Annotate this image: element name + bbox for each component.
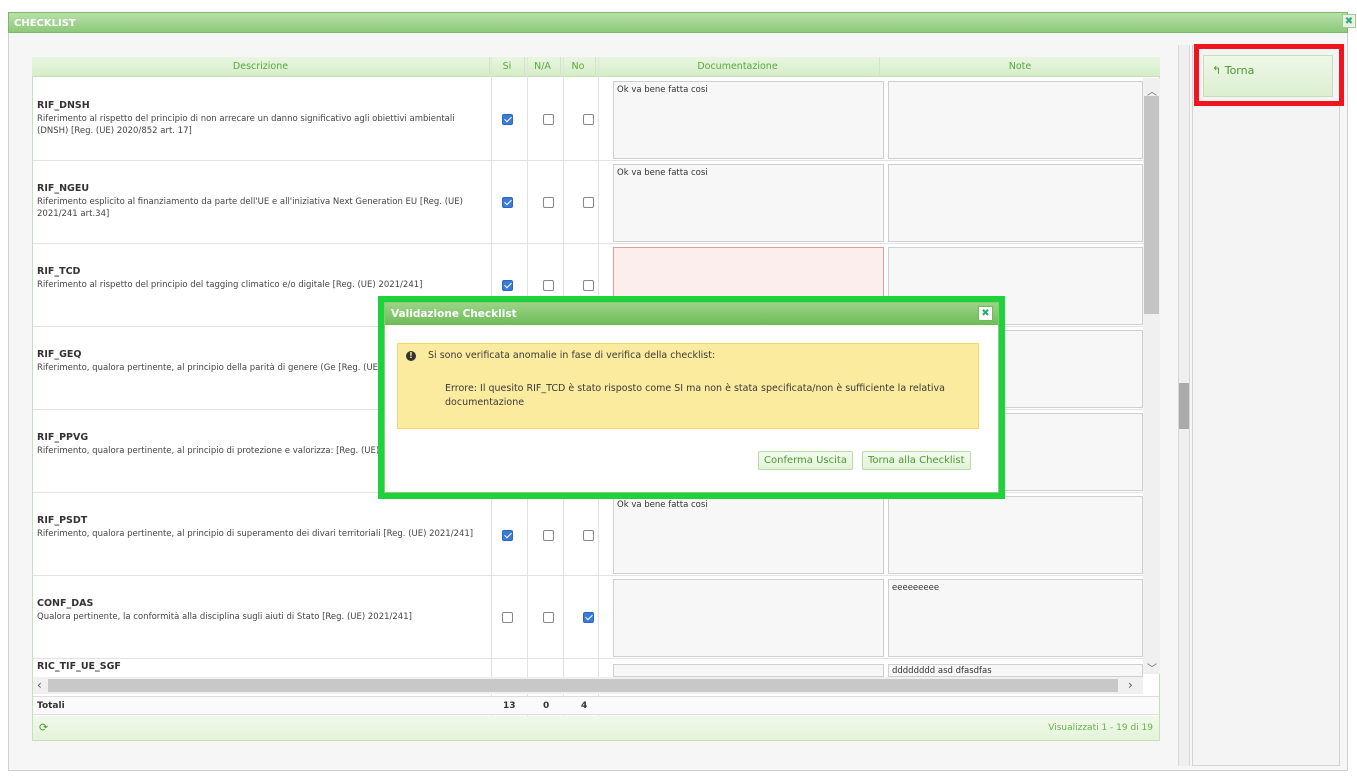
row-description: Riferimento al rispetto del principio de…: [37, 280, 423, 290]
scroll-up-icon[interactable]: ︿: [1147, 83, 1157, 98]
checkbox-na[interactable]: [543, 530, 554, 541]
refresh-icon[interactable]: ⟳: [39, 716, 48, 740]
row-code: RIF_NGEU: [37, 183, 90, 194]
highlight-back-button: [1194, 44, 1344, 106]
warning-box: ! Si sono verificata anomalie in fase di…: [397, 343, 979, 429]
total-si: 13: [503, 701, 516, 711]
scroll-left-icon[interactable]: ‹: [37, 678, 42, 692]
row-code: RIF_TCD: [37, 266, 81, 277]
checkbox-na[interactable]: [543, 197, 554, 208]
scroll-right-icon[interactable]: ›: [1128, 678, 1133, 692]
documentazione-field[interactable]: Ok va bene fatta cosi: [613, 164, 884, 242]
row-description: Riferimento, qualora pertinente, al prin…: [37, 529, 474, 539]
note-field[interactable]: [888, 164, 1143, 242]
checkbox-no[interactable]: [583, 612, 594, 623]
documentazione-field[interactable]: [613, 579, 884, 657]
checkbox-no[interactable]: [583, 114, 594, 125]
note-field[interactable]: dddddddd asd dfasdfas: [888, 664, 1143, 677]
row-code: RIC_TIF_UE_SGF: [37, 661, 121, 672]
checkbox-si[interactable]: [502, 612, 513, 623]
row-code: RIF_PSDT: [37, 515, 88, 526]
side-panel: [1192, 45, 1340, 766]
checkbox-si[interactable]: [502, 197, 513, 208]
row-description: Riferimento al rispetto del principio di…: [37, 114, 455, 136]
column-header-si[interactable]: Si: [490, 57, 525, 77]
column-header-descrizione[interactable]: Descrizione: [32, 57, 490, 77]
checkbox-no[interactable]: [583, 280, 594, 291]
dialog-title: Validazione Checklist: [385, 303, 998, 325]
checkbox-si[interactable]: [502, 280, 513, 291]
grid-header: Descrizione Si N/A No Documentazione Not…: [32, 57, 1160, 77]
column-header-na[interactable]: N/A: [525, 57, 561, 77]
splitter-handle[interactable]: [1179, 383, 1189, 429]
total-na: 0: [543, 701, 550, 711]
row-code: RIF_DNSH: [37, 100, 90, 111]
checkbox-na[interactable]: [543, 114, 554, 125]
note-field[interactable]: [888, 496, 1143, 574]
documentazione-field[interactable]: Ok va bene fatta cosi: [613, 496, 884, 574]
back-to-checklist-button[interactable]: Torna alla Checklist: [862, 451, 971, 470]
total-no: 4: [581, 701, 588, 711]
documentazione-field[interactable]: Ok va bene fatta cosi: [613, 81, 884, 159]
totals-row: Totali 13 0 4: [33, 696, 1159, 715]
row-code: CONF_DAS: [37, 598, 94, 609]
window-title: CHECKLIST: [8, 12, 1348, 33]
column-header-note[interactable]: Note: [880, 57, 1160, 77]
pagination-status: Visualizzati 1 - 19 di 19: [1048, 723, 1153, 733]
vertical-scrollbar-thumb[interactable]: [1144, 96, 1159, 314]
checkbox-na[interactable]: [543, 280, 554, 291]
note-field[interactable]: [888, 81, 1143, 159]
documentazione-field[interactable]: [613, 664, 884, 677]
checkbox-no[interactable]: [583, 197, 594, 208]
column-header-documentazione[interactable]: Documentazione: [596, 57, 880, 77]
confirm-exit-button[interactable]: Conferma Uscita: [758, 451, 853, 470]
exclamation-icon: !: [406, 351, 416, 361]
checkbox-si[interactable]: [502, 114, 513, 125]
close-icon[interactable]: ✖: [1342, 14, 1356, 28]
validation-dialog: Validazione Checklist ✖ ! Si sono verifi…: [384, 302, 999, 493]
horizontal-scrollbar-thumb[interactable]: [48, 679, 1118, 692]
close-icon[interactable]: ✖: [978, 306, 993, 321]
row-description: Qualora pertinente, la conformità alla d…: [37, 612, 412, 622]
error-message: Errore: Il quesito RIF_TCD è stato rispo…: [445, 383, 945, 408]
column-header-no[interactable]: No: [561, 57, 596, 77]
totals-label: Totali: [37, 701, 65, 711]
scroll-down-icon[interactable]: ﹀: [1147, 660, 1157, 675]
grid-footer: ⟳ Visualizzati 1 - 19 di 19: [33, 716, 1159, 740]
checkbox-si[interactable]: [502, 530, 513, 541]
checkbox-na[interactable]: [543, 612, 554, 623]
checkbox-no[interactable]: [583, 530, 594, 541]
row-description: Riferimento esplicito al finanziamento d…: [37, 197, 463, 219]
warning-message: Si sono verificata anomalie in fase di v…: [428, 350, 716, 361]
note-field[interactable]: eeeeeeeee: [888, 579, 1143, 657]
